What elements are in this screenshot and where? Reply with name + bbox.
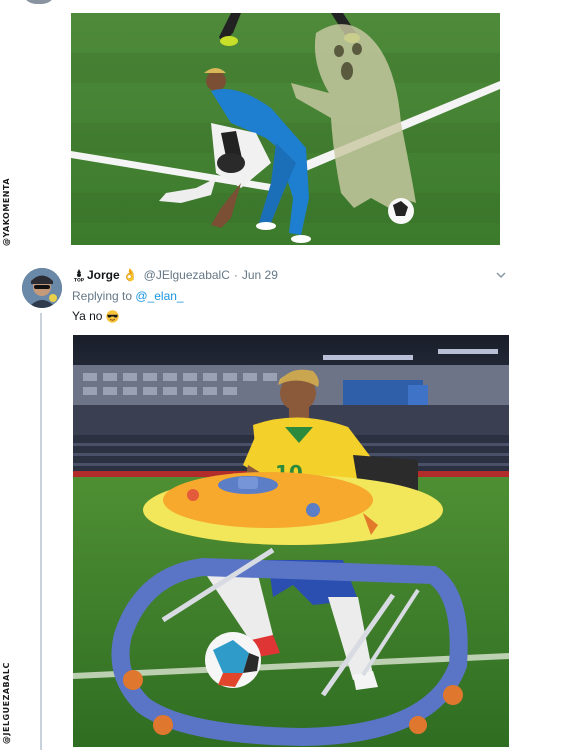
previous-avatar[interactable] [22, 0, 56, 4]
display-name[interactable]: Jorge [87, 268, 120, 282]
svg-text:TOP: TOP [74, 278, 85, 283]
user-handle[interactable]: @JElguezabalC [144, 268, 230, 282]
chevron-down-icon[interactable] [494, 268, 508, 282]
previous-tweet-image[interactable] [71, 13, 500, 245]
sunglasses-icon [106, 309, 120, 323]
avatar[interactable] [22, 268, 62, 308]
thread-line [40, 313, 42, 750]
tweet-image[interactable]: 10 [73, 335, 509, 747]
tweet-header: TOP Jorge 👌 @JElguezabalC · Jun 29 [72, 266, 278, 284]
replying-to: Replying to @_elan_ [72, 289, 184, 303]
mention-link[interactable]: @_elan_ [135, 289, 183, 303]
tweet-text: Ya no [72, 309, 120, 323]
tweet-text-content: Ya no [72, 309, 103, 323]
replying-prefix: Replying to [72, 289, 133, 303]
separator: · [233, 268, 238, 282]
tweet-date[interactable]: Jun 29 [242, 268, 278, 282]
previous-image-watermark: @YAKOMENTA [2, 177, 11, 246]
tweet-image-watermark: @JELGUEZABALC [2, 662, 11, 744]
top-badge-icon: TOP [72, 268, 86, 282]
ok-hand-icon: 👌 [122, 268, 138, 282]
